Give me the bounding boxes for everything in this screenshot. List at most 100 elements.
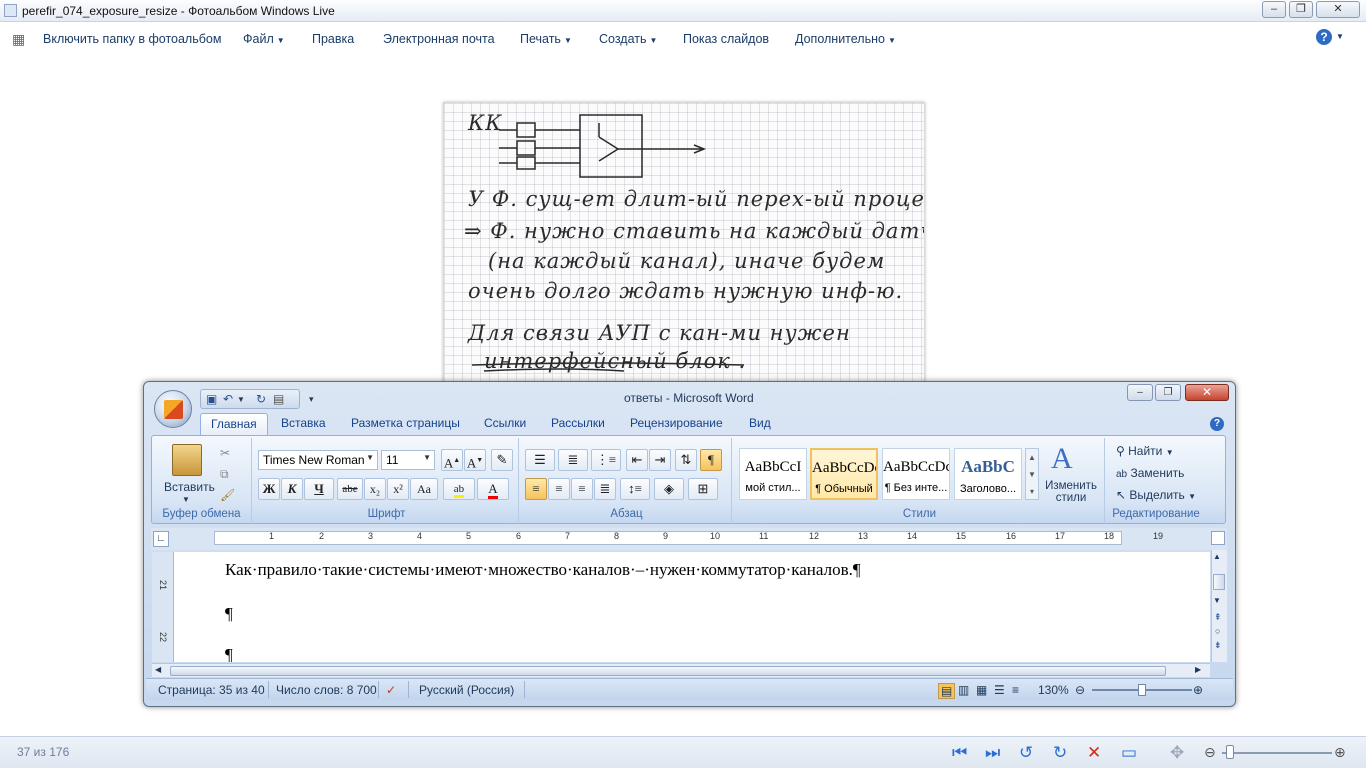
select-button[interactable]: ↖ Выделить ▼ bbox=[1116, 488, 1196, 502]
browse-object-icon[interactable]: ○ bbox=[1215, 626, 1220, 636]
tab-references[interactable]: Ссылки bbox=[484, 416, 526, 430]
zoom-out-icon[interactable]: ⊖ bbox=[1204, 744, 1216, 761]
bullets-icon[interactable]: ☰ bbox=[525, 449, 555, 471]
chevron-down-icon[interactable]: ▼ bbox=[182, 495, 190, 504]
menu-email[interactable]: Электронная почта bbox=[383, 32, 495, 46]
highlight-icon[interactable]: ab bbox=[443, 478, 475, 500]
language-indicator[interactable]: Русский (Россия) bbox=[419, 683, 514, 697]
previous-page-icon[interactable]: ⇞ bbox=[1214, 612, 1222, 623]
justify-icon[interactable]: ≣ bbox=[594, 478, 616, 500]
zoom-out-icon[interactable]: ⊖ bbox=[1075, 683, 1085, 697]
help-icon[interactable]: ? bbox=[1316, 29, 1332, 45]
find-button[interactable]: ⚲ Найти ▼ bbox=[1116, 444, 1174, 458]
line-spacing-icon[interactable]: ↕≡ bbox=[620, 478, 650, 500]
format-painter-icon[interactable]: 🖌 bbox=[220, 488, 235, 502]
shrink-font-icon[interactable]: A▼ bbox=[464, 449, 486, 471]
delete-icon[interactable]: ✕ bbox=[1087, 744, 1101, 761]
paste-button[interactable]: Вставить bbox=[164, 480, 215, 494]
include-folder-icon[interactable]: ▦ bbox=[12, 31, 25, 48]
redo-icon[interactable]: ↻ bbox=[256, 392, 266, 406]
menu-extra[interactable]: Дополнительно ▼ bbox=[795, 32, 896, 46]
menu-file[interactable]: Файл ▼ bbox=[243, 32, 285, 46]
vertical-scrollbar[interactable]: ▲ ▼ ⇞ ○ ⇟ bbox=[1211, 550, 1227, 662]
outline-icon[interactable]: ☰ bbox=[994, 683, 1005, 697]
align-center-icon[interactable]: ≡ bbox=[548, 478, 570, 500]
change-case-icon[interactable]: Aa bbox=[410, 478, 438, 500]
tab-review[interactable]: Рецензирование bbox=[630, 416, 723, 430]
underline-icon[interactable]: Ч bbox=[304, 478, 334, 500]
align-left-icon[interactable]: ≡ bbox=[525, 478, 547, 500]
numbering-icon[interactable]: ≣ bbox=[558, 449, 588, 471]
full-screen-reading-icon[interactable]: ▥ bbox=[958, 683, 969, 697]
next-icon[interactable]: ⏭ bbox=[985, 744, 1000, 761]
next-page-icon[interactable]: ⇟ bbox=[1214, 640, 1222, 651]
tab-mailings[interactable]: Рассылки bbox=[551, 416, 605, 430]
subscript-icon[interactable]: x₂ bbox=[364, 478, 386, 500]
web-layout-icon[interactable]: ▦ bbox=[976, 683, 987, 697]
sort-icon[interactable]: ⇅ bbox=[675, 449, 697, 471]
style-heading[interactable]: AaBbC Заголово... bbox=[954, 448, 1022, 500]
rotate-right-icon[interactable]: ↻ bbox=[1053, 744, 1067, 761]
tab-view[interactable]: Вид bbox=[749, 416, 771, 430]
print-preview-icon[interactable]: ▤ bbox=[273, 392, 284, 406]
style-normal[interactable]: AaBbCcDc ¶ Обычный bbox=[810, 448, 878, 500]
close-icon[interactable]: ✕ bbox=[1185, 384, 1229, 401]
zoom-slider-thumb[interactable] bbox=[1138, 684, 1146, 696]
menu-create[interactable]: Создать ▼ bbox=[599, 32, 657, 46]
grow-font-icon[interactable]: A▲ bbox=[441, 449, 463, 471]
cut-icon[interactable]: ✂ bbox=[220, 446, 230, 460]
previous-icon[interactable]: ⏮ bbox=[952, 744, 967, 761]
chevron-down-icon[interactable]: ▼ bbox=[237, 395, 245, 404]
tab-page-layout[interactable]: Разметка страницы bbox=[351, 416, 460, 430]
undo-icon[interactable]: ↶ bbox=[223, 392, 233, 406]
tab-insert[interactable]: Вставка bbox=[281, 416, 326, 430]
copy-icon[interactable]: ⧉ bbox=[220, 467, 229, 482]
page-indicator[interactable]: Страница: 35 из 40 bbox=[158, 683, 265, 697]
clear-format-icon[interactable]: ✎ bbox=[491, 449, 513, 471]
close-icon[interactable]: ✕ bbox=[1316, 1, 1360, 18]
word-count[interactable]: Число слов: 8 700 bbox=[276, 683, 377, 697]
rotate-left-icon[interactable]: ↺ bbox=[1019, 744, 1033, 761]
menu-print[interactable]: Печать ▼ bbox=[520, 32, 572, 46]
zoom-in-icon[interactable]: ⊕ bbox=[1334, 744, 1346, 761]
borders-icon[interactable]: ⊞ bbox=[688, 478, 718, 500]
include-folder-button[interactable]: Включить папку в фотоальбом bbox=[43, 32, 221, 46]
bold-icon[interactable]: Ж bbox=[258, 478, 280, 500]
menu-slideshow[interactable]: Показ слайдов bbox=[683, 32, 769, 46]
decrease-indent-icon[interactable]: ⇤ bbox=[626, 449, 648, 471]
slideshow-icon[interactable]: ▭ bbox=[1121, 744, 1137, 761]
proofing-icon[interactable]: ✓ bbox=[386, 683, 396, 697]
font-name-combo[interactable]: Times New Roman ▼ bbox=[258, 450, 378, 470]
superscript-icon[interactable]: x² bbox=[387, 478, 409, 500]
print-layout-icon[interactable]: ▤ bbox=[938, 683, 956, 699]
scroll-up-icon[interactable]: ▲ bbox=[1213, 552, 1221, 561]
change-styles-button[interactable]: Изменить стили bbox=[1041, 480, 1101, 504]
gallery-zoom-slider[interactable] bbox=[1222, 752, 1332, 754]
scroll-down-icon[interactable]: ▼ bbox=[1213, 596, 1221, 605]
minimize-icon[interactable]: – bbox=[1262, 1, 1286, 18]
shading-icon[interactable]: ◈ bbox=[654, 478, 684, 500]
italic-icon[interactable]: К bbox=[281, 478, 303, 500]
font-size-combo[interactable]: 11 ▼ bbox=[381, 450, 435, 470]
view-ruler-icon[interactable] bbox=[1211, 531, 1225, 545]
menu-edit[interactable]: Правка bbox=[312, 32, 354, 46]
horizontal-ruler[interactable]: ∟ 1 2 3 4 5 6 7 8 9 10 11 12 13 14 15 16 17 18 19 bbox=[151, 528, 1227, 550]
restore-icon[interactable]: ❐ bbox=[1155, 384, 1181, 401]
scroll-right-icon[interactable]: ▶ bbox=[1195, 665, 1201, 674]
strikethrough-icon[interactable]: abe bbox=[337, 478, 363, 500]
multilevel-list-icon[interactable]: ⋮≡ bbox=[591, 449, 621, 471]
horizontal-scroll-thumb[interactable] bbox=[170, 666, 1166, 676]
document-area[interactable]: 21 22 Как·правило·такие·системы·имеют·мн… bbox=[152, 552, 1210, 662]
maximize-icon[interactable]: ❐ bbox=[1289, 1, 1313, 18]
zoom-in-icon[interactable]: ⊕ bbox=[1193, 683, 1203, 697]
style-no-spacing[interactable]: AaBbCcDc ¶ Без инте... bbox=[882, 448, 950, 500]
minimize-icon[interactable]: – bbox=[1127, 384, 1153, 401]
chevron-down-icon[interactable]: ▼ bbox=[1336, 32, 1344, 41]
align-right-icon[interactable]: ≡ bbox=[571, 478, 593, 500]
customize-qat-icon[interactable]: ▾ bbox=[309, 394, 314, 405]
styles-scroll[interactable]: ▲ ▼ ▾ bbox=[1025, 448, 1039, 500]
scroll-thumb[interactable] bbox=[1213, 574, 1225, 590]
actual-size-icon[interactable]: ✥ bbox=[1170, 744, 1184, 761]
zoom-level[interactable]: 130% bbox=[1038, 683, 1069, 697]
tab-selector-icon[interactable]: ∟ bbox=[153, 531, 169, 547]
